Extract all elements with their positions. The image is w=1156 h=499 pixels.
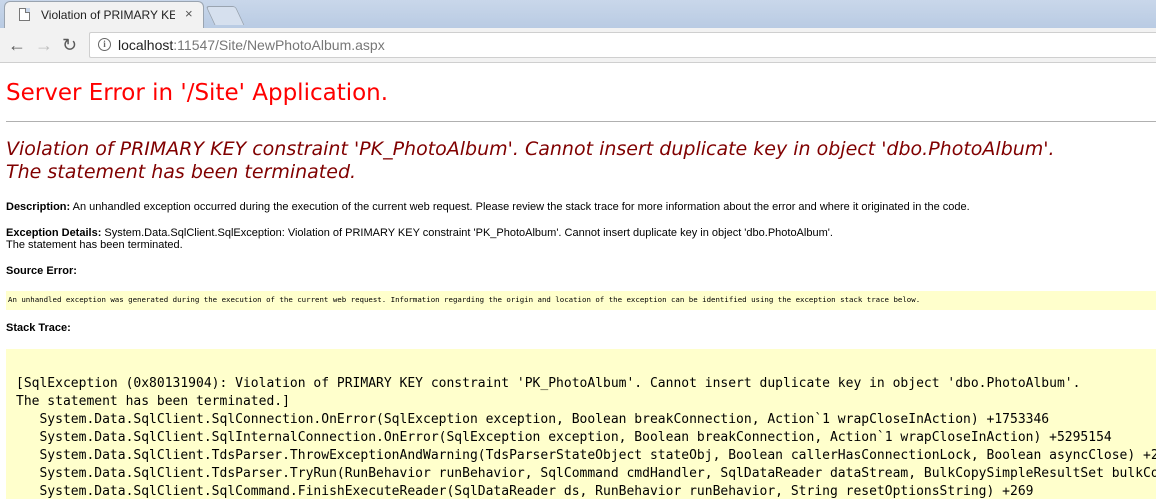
stack-trace-line: System.Data.SqlClient.TdsParser.ThrowExc… <box>16 448 1156 463</box>
stack-trace-line: System.Data.SqlClient.TdsParser.TryRun(R… <box>16 466 1156 481</box>
description-label: Description: <box>6 201 71 213</box>
exception-label: Exception Details: <box>6 227 102 239</box>
browser-tab-strip: Violation of PRIMARY KEY constraint 'PK_… <box>0 0 1156 28</box>
exception-text: System.Data.SqlClient.SqlException: Viol… <box>101 227 833 239</box>
tab-title: Violation of PRIMARY KEY constraint 'PK_… <box>41 8 175 22</box>
description-text: An unhandled exception occurred during t… <box>70 201 970 213</box>
url-path: :11547/Site/NewPhotoAlbum.aspx <box>173 37 385 53</box>
back-arrow-icon[interactable]: ← <box>8 35 26 55</box>
url-text: localhost:11547/Site/NewPhotoAlbum.aspx <box>118 37 385 53</box>
stack-trace-line: [SqlException (0x80131904): Violation of… <box>16 376 1081 391</box>
exception-details: Exception Details: System.Data.SqlClient… <box>6 227 833 251</box>
stack-trace-box: [SqlException (0x80131904): Violation of… <box>6 349 1156 499</box>
browser-toolbar: ← → ↻ i localhost:11547/Site/NewPhotoAlb… <box>0 28 1156 63</box>
page-title: Server Error in '/Site' Application. <box>6 80 389 106</box>
url-host: localhost <box>118 37 174 53</box>
reload-icon[interactable]: ↻ <box>62 35 77 55</box>
stack-trace-label: Stack Trace: <box>6 322 71 334</box>
browser-tab-active[interactable]: Violation of PRIMARY KEY constraint 'PK_… <box>4 1 204 28</box>
stack-trace-line: System.Data.SqlClient.SqlInternalConnect… <box>16 430 1112 445</box>
new-tab-button[interactable] <box>205 6 245 25</box>
page-icon <box>19 8 30 21</box>
error-heading: Violation of PRIMARY KEY constraint 'PK_… <box>6 138 1156 184</box>
stack-trace-line: System.Data.SqlClient.SqlCommand.FinishE… <box>16 484 1034 499</box>
description: Description: An unhandled exception occu… <box>6 201 970 213</box>
stack-trace-line: System.Data.SqlClient.SqlConnection.OnEr… <box>16 412 1050 427</box>
exception-text-line2: The statement has been terminated. <box>6 239 183 251</box>
forward-arrow-icon[interactable]: → <box>35 35 53 55</box>
error-heading-line2: The statement has been terminated. <box>6 161 357 183</box>
stack-trace-line: The statement has been terminated.] <box>16 394 290 409</box>
title-divider <box>6 121 1156 122</box>
address-bar[interactable]: i localhost:11547/Site/NewPhotoAlbum.asp… <box>89 32 1156 58</box>
source-error-label: Source Error: <box>6 265 77 277</box>
close-tab-icon[interactable]: × <box>185 6 193 21</box>
site-info-icon[interactable]: i <box>98 38 111 51</box>
source-error-box: An unhandled exception was generated dur… <box>6 291 1156 310</box>
source-error-text: An unhandled exception was generated dur… <box>8 295 921 304</box>
error-heading-line1: Violation of PRIMARY KEY constraint 'PK_… <box>6 138 1055 160</box>
